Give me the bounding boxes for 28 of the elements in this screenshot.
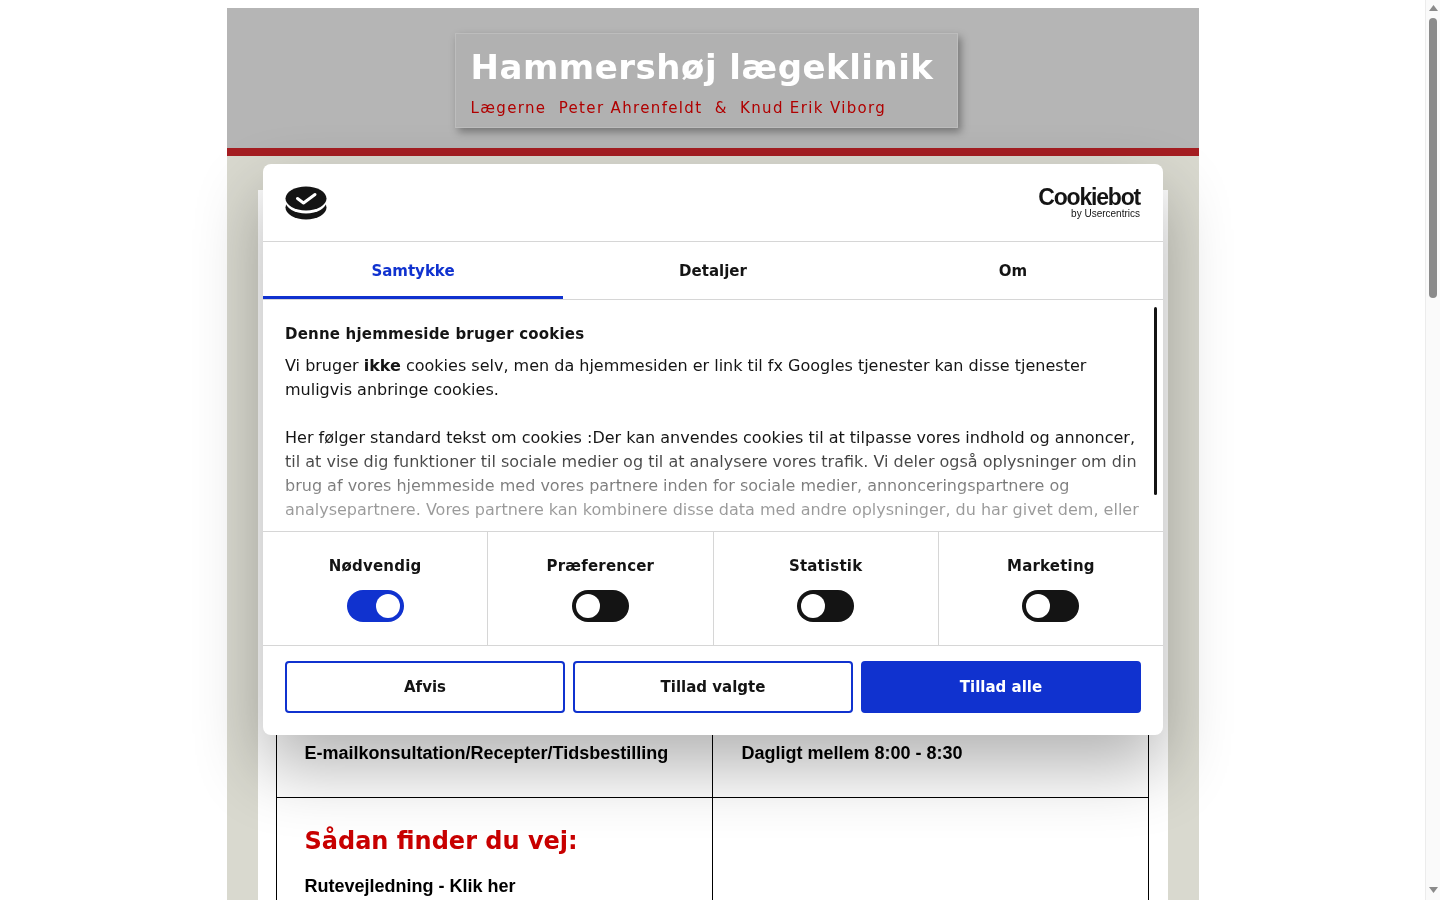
notice-paragraph: Vi bruger ikke cookies selv, men da hjemmesiden er link til fx Googles tjenester kan disse tjenester muligvis anbringe cookies. <box>285 355 1088 401</box>
notice-paragraph: Her følger standard tekst om cookies :Der kan anvendes cookies til at tilpasse vores indhold og annoncer, til at vise dig funktioner til sociale medier og til at analysere vores trafik. Vi deler også oplysninger om din brug af vores hjemmeside med vores partnere inden for sociale medier, annonceringspartnere og analysepartnere. Vores partnere kan kombinere disse data med andre oplysninger, du har givet dem, eller <box>285 427 1140 521</box>
consent-button[interactable]: Afvis <box>285 661 565 713</box>
service-label: E-mailkonsultation/Recepter/Tidsbestilling <box>304 743 669 763</box>
category-label: Præferencer <box>546 556 655 576</box>
scroll-down-icon[interactable] <box>1428 887 1438 893</box>
consent-button[interactable]: Tillad alle <box>861 661 1141 713</box>
brand-byline: by Usercentrics <box>1071 207 1140 220</box>
scroll-up-icon[interactable] <box>1428 5 1438 11</box>
toggle-switch[interactable] <box>1022 590 1080 622</box>
tab[interactable]: Samtykke <box>263 242 563 299</box>
brand-wordmark: Cookiebot <box>1038 185 1140 208</box>
consent-button[interactable]: Tillad valgte <box>573 661 853 713</box>
toggle-switch[interactable] <box>346 590 404 622</box>
scrollbar-thumb[interactable] <box>1154 307 1157 495</box>
category-label: Nødvendig <box>328 556 422 576</box>
hours-text: Dagligt mellem 8:00 - 8:30 <box>741 743 963 763</box>
toggle-switch[interactable] <box>797 590 855 622</box>
site-subtitle: Lægerne Peter Ahrenfeldt & Knud Erik Viborg <box>470 98 888 118</box>
directions-heading: Sådan finder du vej: <box>304 827 579 855</box>
category-label: Marketing <box>1007 556 1095 576</box>
cookie-check-icon <box>285 185 327 220</box>
notice-heading: Denne hjemmeside bruger cookies <box>285 324 586 345</box>
category-label: Statistik <box>788 556 863 576</box>
directions-link[interactable]: Rutevejledning - Klik her <box>304 876 516 897</box>
toggle-switch[interactable] <box>571 590 629 622</box>
site-title: Hammershøj lægeklinik <box>470 47 935 87</box>
scrollbar-thumb[interactable] <box>1429 18 1437 298</box>
